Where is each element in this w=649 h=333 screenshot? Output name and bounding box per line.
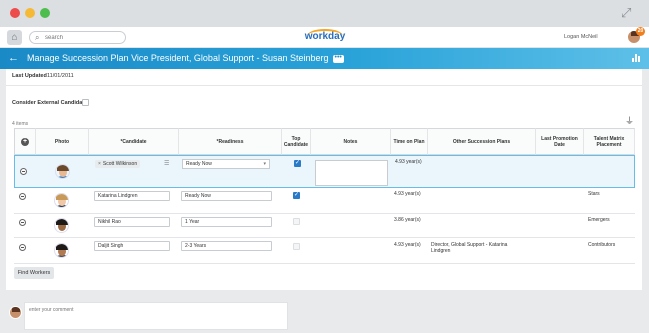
- readiness-field[interactable]: Ready Now: [181, 191, 272, 201]
- consider-external-label: Consider External Candidate: [12, 100, 88, 106]
- app-header: ⌂ ⌕ workday Logan McNeil 20: [0, 27, 649, 48]
- comment-input[interactable]: [29, 306, 279, 314]
- find-workers-button[interactable]: Find Workers: [14, 267, 54, 279]
- other-succession-plans[interactable]: Director, Global Support - Katarina Lind…: [431, 242, 527, 254]
- chart-icon-bar: [632, 58, 634, 62]
- remove-row-icon[interactable]: [19, 244, 26, 251]
- remove-candidate-icon[interactable]: ×: [98, 161, 101, 167]
- candidate-name: Scott Wilkinson: [102, 161, 138, 167]
- avatar-hair: [56, 194, 68, 200]
- table-row[interactable]: ×Scott Wilkinson ☰ Ready Now ▾ 4.93 year…: [14, 155, 635, 188]
- chart-icon-bar: [635, 54, 637, 62]
- col-header-notes[interactable]: Notes: [311, 128, 391, 155]
- candidate-pill[interactable]: × Scott Wilkinson: [95, 160, 141, 168]
- col-header-candidate[interactable]: *Candidate: [89, 128, 179, 155]
- readiness-field[interactable]: 1 Year: [181, 217, 272, 227]
- minimize-window-button[interactable]: [25, 8, 35, 18]
- chevron-down-icon: ▾: [263, 161, 266, 167]
- notification-badge[interactable]: 20: [636, 27, 645, 36]
- remove-row-icon[interactable]: [19, 219, 26, 226]
- related-actions-button[interactable]: •••: [332, 54, 344, 63]
- col-header-readiness[interactable]: *Readiness: [179, 128, 282, 155]
- col-header-time-on-plan[interactable]: Time on Plan: [391, 128, 428, 155]
- col-header-top-candidate[interactable]: Top Candidate: [282, 128, 311, 155]
- expand-icon[interactable]: ⤢: [621, 6, 635, 20]
- last-updated-value: 11/01/2011: [47, 73, 74, 79]
- search-input[interactable]: [45, 33, 121, 43]
- logo-text: workday: [304, 31, 346, 42]
- col-header-add: +: [14, 128, 36, 155]
- talent-matrix-placement: Emergers: [588, 217, 610, 223]
- col-header-last-promotion[interactable]: Last Promotion Date: [536, 128, 584, 155]
- search-icon: ⌕: [35, 33, 40, 42]
- time-on-plan: 4.93 year(s): [394, 191, 421, 197]
- avatar-hair: [56, 219, 68, 225]
- last-updated-label: Last Updated: [12, 73, 47, 79]
- prompt-list-icon[interactable]: ☰: [164, 160, 169, 168]
- col-header-photo: Photo: [36, 128, 89, 155]
- col-header-other-plans[interactable]: Other Succession Plans: [428, 128, 536, 155]
- close-window-button[interactable]: [10, 8, 20, 18]
- avatar-hair: [56, 244, 68, 250]
- notes-textarea[interactable]: [315, 160, 388, 186]
- time-on-plan: 4.93 year(s): [394, 242, 421, 248]
- comment-box[interactable]: [24, 302, 288, 330]
- succession-table: + Photo *Candidate *Readiness Top Candid…: [14, 128, 635, 264]
- talent-matrix-placement: Stars: [588, 191, 600, 197]
- item-count: 4 items: [12, 121, 29, 127]
- avatar: [55, 164, 70, 179]
- candidate-field[interactable]: Daljit Singh: [94, 241, 170, 251]
- candidate-field[interactable]: Nikhil Rao: [94, 217, 170, 227]
- top-candidate-checkbox[interactable]: [293, 243, 300, 250]
- main-panel: Last Updated 11/01/2011 Consider Externa…: [6, 69, 642, 290]
- table-row[interactable]: Katarina Lindgren Ready Now 4.93 year(s)…: [14, 188, 635, 214]
- comment-avatar: [9, 306, 22, 319]
- search-box[interactable]: ⌕: [29, 31, 126, 44]
- page-title-text: Manage Succession Plan Vice President, G…: [27, 53, 329, 63]
- avatar: [54, 193, 69, 208]
- chart-icon-bar: [638, 56, 640, 62]
- back-arrow-icon[interactable]: ←: [8, 51, 19, 65]
- remove-row-icon[interactable]: [19, 193, 26, 200]
- table-row[interactable]: Nikhil Rao 1 Year 3.86 year(s) Emergers: [14, 214, 635, 238]
- home-icon[interactable]: ⌂: [7, 30, 22, 45]
- add-row-icon[interactable]: +: [21, 137, 29, 146]
- user-name[interactable]: Logan McNeil: [564, 34, 624, 40]
- remove-row-icon[interactable]: [20, 168, 27, 175]
- readiness-select[interactable]: Ready Now ▾: [182, 159, 270, 169]
- page-title: Manage Succession Plan Vice President, G…: [27, 53, 344, 63]
- talent-matrix-placement: Contributors: [588, 242, 616, 248]
- readiness-field[interactable]: 2-3 Years: [181, 241, 272, 251]
- time-on-plan: 4.93 year(s): [395, 159, 422, 165]
- table-row[interactable]: Daljit Singh 2-3 Years 4.93 year(s) Dire…: [14, 238, 635, 264]
- readiness-value: Ready Now: [186, 161, 212, 167]
- top-candidate-checkbox[interactable]: [293, 191, 300, 200]
- zoom-window-button[interactable]: [40, 8, 50, 18]
- window-titlebar: ⤢: [0, 0, 649, 27]
- avatar: [54, 243, 69, 258]
- top-candidate-checkbox[interactable]: [293, 218, 300, 225]
- chart-icon[interactable]: [632, 54, 640, 62]
- workday-logo[interactable]: workday: [303, 29, 347, 47]
- page-titlebar: ← Manage Succession Plan Vice President,…: [0, 48, 649, 69]
- filter-icon[interactable]: ⏚: [625, 116, 634, 126]
- avatar-hair: [57, 165, 69, 171]
- top-candidate-checkbox[interactable]: [294, 159, 301, 168]
- divider: [6, 85, 642, 86]
- avatar: [54, 218, 69, 233]
- time-on-plan: 3.86 year(s): [394, 217, 421, 223]
- candidate-field[interactable]: Katarina Lindgren: [94, 191, 170, 201]
- consider-external-checkbox[interactable]: [82, 99, 89, 106]
- col-header-talent-matrix[interactable]: Talent Matrix Placement: [584, 128, 635, 155]
